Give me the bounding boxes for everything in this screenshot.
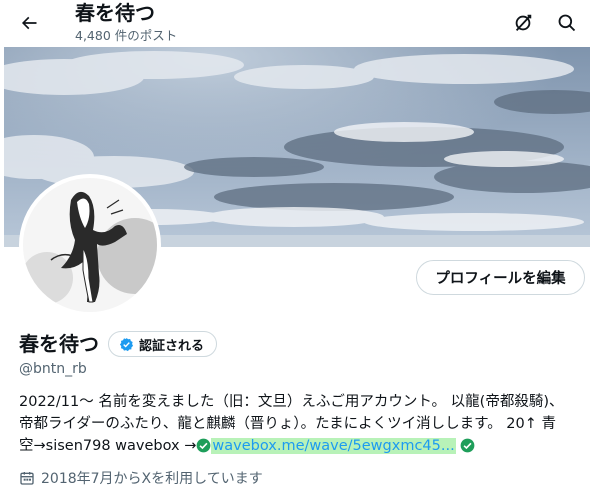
user-handle: @bntn_rb [19,361,87,377]
joined-date: 2018年7月からXを利用しています [19,468,263,488]
header-title: 春を待つ [75,1,155,25]
bio-line-3: 空→sisen798 wavebox → wavebox.me/wave/5ewg… [19,435,585,457]
back-button[interactable] [12,6,46,40]
profile-page: 春を待つ 4,480 件のポスト プロフィールを編集 春を待つ 認証される @b… [0,0,590,496]
arrow-left-icon [21,16,37,30]
check-mark-icon [197,438,211,453]
get-verified-label: 認証される [139,338,205,354]
bio-line-2: 帝都ライダーのふたり、龍と麒麟（晋りょ）。たまによくツイ消しします。 20↑ 青 [19,416,557,432]
grok-button[interactable] [507,7,539,39]
wavebox-link[interactable]: wavebox.me/wave/5ewgxmc45... [211,438,456,454]
avatar-image [23,178,157,312]
post-count: 4,480 件のポスト [75,28,178,43]
check-mark-icon [460,438,475,453]
search-icon [558,14,576,32]
bio-line-3-prefix: 空→sisen798 wavebox → [19,438,197,454]
grok-icon [515,14,532,31]
joined-text: 2018年7月からXを利用しています [41,471,263,487]
bio-line-1: 2022/11～ 名前を変えました（旧：文旦）えふご用アカウント。 以龍(帝都殺… [19,394,564,410]
edit-profile-button[interactable]: プロフィールを編集 [416,260,585,295]
top-header: 春を待つ 4,480 件のポスト [0,0,590,46]
display-name: 春を待つ [19,332,99,356]
search-button[interactable] [551,7,583,39]
avatar[interactable] [19,174,161,316]
get-verified-button[interactable]: 認証される [108,331,218,357]
bio: 2022/11～ 名前を変えました（旧：文旦）えふご用アカウント。 以龍(帝都殺… [19,391,585,457]
verified-badge-icon [119,337,134,351]
calendar-icon [20,472,34,485]
